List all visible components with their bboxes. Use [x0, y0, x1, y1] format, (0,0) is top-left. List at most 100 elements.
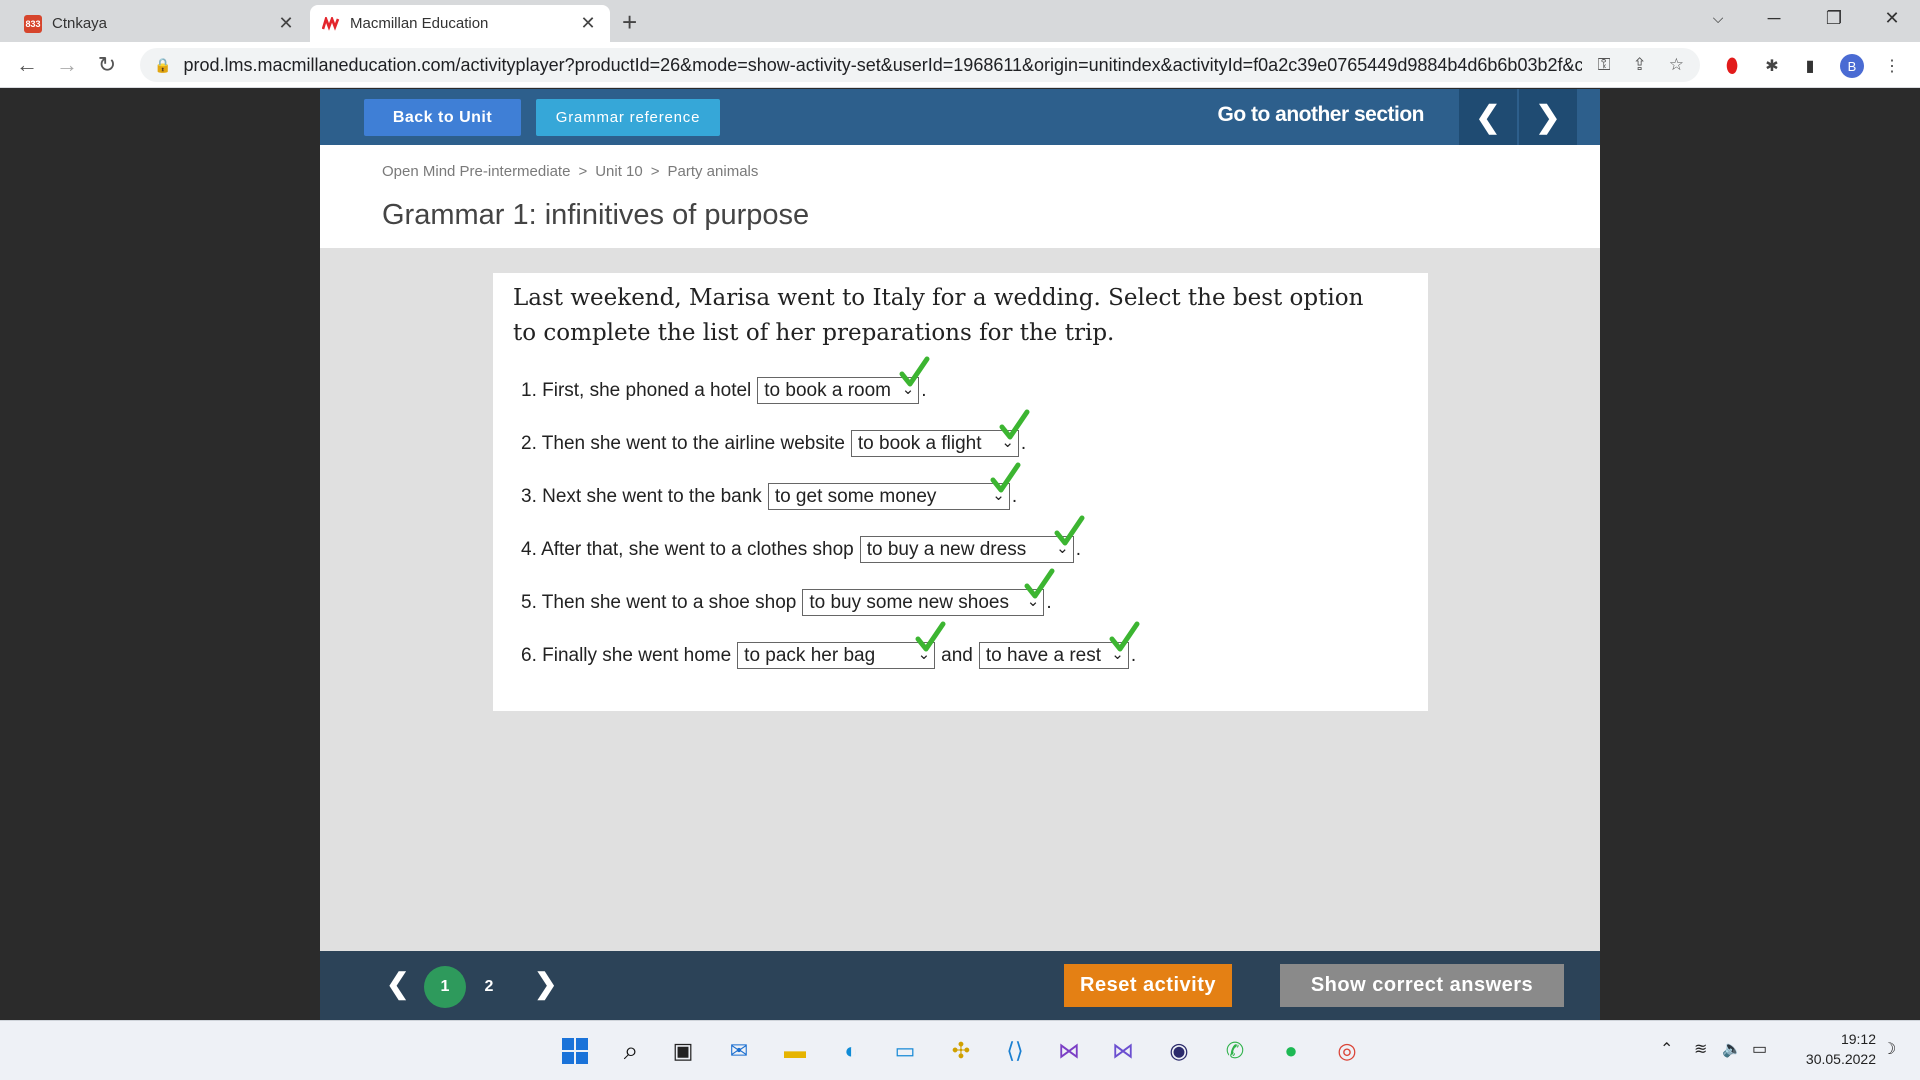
visual-studio-icon[interactable]: ⋈ — [1052, 1034, 1086, 1068]
page-title: Grammar 1: infinitives of purpose — [382, 199, 810, 231]
restore-icon[interactable]: ❐ — [1806, 0, 1862, 36]
breadcrumb-course[interactable]: Open Mind Pre-intermediate — [382, 163, 570, 180]
answer-select[interactable]: to book a flight ⌄ — [850, 409, 1030, 457]
profile-avatar[interactable]: B — [1840, 54, 1864, 78]
question-row: 5. Then she went to a shoe shop to buy s… — [521, 568, 1055, 616]
close-tab-icon[interactable]: ✕ — [276, 13, 296, 34]
question-row: 1. First, she phoned a hotel to book a r… — [521, 356, 930, 404]
breadcrumb-separator: > — [578, 163, 588, 180]
url-text[interactable]: prod.lms.macmillaneducation.com/activity… — [183, 55, 1581, 76]
reload-icon[interactable]: ↻ — [92, 50, 122, 80]
activity-header: Open Mind Pre-intermediate > Unit 10 > P… — [320, 145, 1600, 248]
tray-chevron-up-icon[interactable]: ⌃ — [1660, 1039, 1673, 1059]
lock-icon: 🔒 — [154, 56, 172, 73]
taskbar: ⌕ ▣ ✉ ▬ ◐ ▭ ✣ ⟨⟩ ⋈ ⋈ ◉ ✆ ● ◎ ⌃ ≋ 🔈 ▭ 19:… — [0, 1020, 1920, 1080]
close-window-icon[interactable]: ✕ — [1864, 0, 1920, 36]
tab-title: Macmillan Education — [350, 15, 489, 32]
visual-studio-alt-icon[interactable]: ⋈ — [1106, 1034, 1140, 1068]
page-1-button[interactable]: 1 — [424, 966, 466, 1008]
question-row: 3. Next she went to the bank to get some… — [521, 462, 1021, 510]
next-section-button[interactable]: ❯ — [1519, 89, 1577, 145]
previous-page-button[interactable]: ❮ — [386, 967, 409, 1000]
answer-select[interactable]: to pack her bag ⌄ — [737, 621, 946, 669]
question-prompt: 2. Then she went to the airline website — [521, 432, 845, 454]
question-row: 6. Finally she went home to pack her bag… — [521, 621, 1140, 669]
edge-icon[interactable]: ◐ — [834, 1034, 868, 1068]
select-value: to book a flight — [857, 432, 982, 454]
menu-kebab-icon[interactable]: ⋮ — [1880, 54, 1904, 78]
question-prompt: 5. Then she went to a shoe shop — [521, 591, 797, 613]
eclipse-icon[interactable]: ◉ — [1162, 1034, 1196, 1068]
side-panel-icon[interactable]: ▮ — [1798, 54, 1822, 78]
correct-tick-icon — [999, 409, 1030, 440]
whatsapp-icon[interactable]: ✆ — [1218, 1034, 1252, 1068]
instructions-text: Last weekend, Marisa went to Italy for a… — [513, 285, 1364, 346]
breadcrumb-unit[interactable]: Unit 10 — [595, 163, 643, 180]
answer-select[interactable]: to buy a new dress ⌄ — [859, 515, 1085, 563]
answer-select[interactable]: to buy some new shoes ⌄ — [802, 568, 1055, 616]
remote-desktop-icon[interactable]: ▭ — [888, 1034, 922, 1068]
battery-icon[interactable]: ▭ — [1752, 1039, 1767, 1059]
task-view-icon[interactable]: ▣ — [666, 1034, 700, 1068]
correct-tick-icon — [1054, 515, 1085, 546]
app-icon[interactable]: ✣ — [944, 1034, 978, 1068]
correct-tick-icon — [990, 462, 1021, 493]
clock-date: 30.05.2022 — [1805, 1051, 1876, 1067]
show-correct-answers-button[interactable]: Show correct answers — [1280, 964, 1564, 1007]
previous-section-button[interactable]: ❮ — [1459, 89, 1517, 145]
new-tab-icon[interactable]: + — [622, 7, 637, 38]
breadcrumb-separator: > — [650, 163, 660, 180]
select-value: to buy some new shoes — [809, 591, 1009, 613]
minimize-icon[interactable]: ─ — [1746, 0, 1802, 36]
opera-icon[interactable]: ⬮ — [1720, 54, 1744, 78]
back-to-unit-button[interactable]: Back to Unit — [364, 99, 521, 136]
spotify-icon[interactable]: ● — [1274, 1034, 1308, 1068]
url-omnibox[interactable]: 🔒 prod.lms.macmillaneducation.com/activi… — [140, 48, 1700, 82]
activity-topbar: Back to Unit Grammar reference Go to ano… — [320, 89, 1600, 145]
macmillan-logo-icon — [322, 15, 340, 33]
tab-ctnkaya[interactable]: 833 Ctnkaya ✕ — [12, 5, 308, 42]
answer-select[interactable]: to book a room ⌄ — [757, 356, 930, 404]
breadcrumb-lesson: Party animals — [667, 163, 759, 180]
key-icon[interactable]: ⚿ — [1598, 55, 1611, 75]
correct-tick-icon — [1109, 621, 1140, 652]
tab-title: Ctnkaya — [52, 15, 108, 32]
answer-select[interactable]: to get some money ⌄ — [767, 462, 1021, 510]
mail-icon[interactable]: ✉ — [722, 1034, 756, 1068]
volume-icon[interactable]: 🔈 — [1722, 1039, 1742, 1059]
windows-start-icon[interactable] — [558, 1034, 592, 1068]
question-prompt: 4. After that, she went to a clothes sho… — [521, 538, 854, 560]
correct-tick-icon — [899, 356, 930, 387]
next-page-button[interactable]: ❯ — [534, 967, 557, 1000]
tab-search-icon[interactable]: ⌵ — [1690, 0, 1746, 36]
grammar-reference-button[interactable]: Grammar reference — [536, 99, 720, 136]
answer-select[interactable]: to have a rest ⌄ — [978, 621, 1140, 669]
select-value: to buy a new dress — [866, 538, 1027, 560]
select-value: to book a room — [764, 379, 892, 401]
page-2-button[interactable]: 2 — [468, 966, 510, 1008]
back-arrow-icon[interactable]: ← — [12, 50, 42, 80]
chrome-icon[interactable]: ◎ — [1330, 1034, 1364, 1068]
activity-card: Last weekend, Marisa went to Italy for a… — [493, 273, 1428, 711]
search-icon[interactable]: ⌕ — [614, 1034, 648, 1068]
system-clock[interactable]: 19:12 30.05.2022 — [1786, 1029, 1876, 1069]
vscode-icon[interactable]: ⟨⟩ — [998, 1034, 1032, 1068]
question-row: 2. Then she went to the airline website … — [521, 409, 1030, 457]
notifications-icon[interactable]: ☽ — [1882, 1039, 1896, 1059]
share-icon[interactable]: ⇪ — [1633, 55, 1647, 75]
extensions-puzzle-icon[interactable]: ✱ — [1760, 54, 1784, 78]
forward-arrow-icon[interactable]: → — [52, 50, 82, 80]
close-tab-icon[interactable]: ✕ — [578, 13, 598, 34]
question-prompt: 3. Next she went to the bank — [521, 485, 762, 507]
star-icon[interactable]: ☆ — [1669, 55, 1684, 75]
tab-badge-icon: 833 — [24, 14, 42, 33]
go-to-section-label[interactable]: Go to another section — [1217, 103, 1424, 127]
reset-activity-button[interactable]: Reset activity — [1064, 964, 1232, 1007]
address-bar: ← → ↻ 🔒 prod.lms.macmillaneducation.com/… — [0, 42, 1920, 88]
file-explorer-icon[interactable]: ▬ — [778, 1034, 812, 1068]
wifi-icon[interactable]: ≋ — [1694, 1039, 1707, 1059]
select-value: to get some money — [774, 485, 937, 507]
page-viewport: Back to Unit Grammar reference Go to ano… — [0, 89, 1920, 1020]
tab-macmillan[interactable]: Macmillan Education ✕ — [310, 5, 610, 42]
clock-time: 19:12 — [1840, 1031, 1876, 1047]
